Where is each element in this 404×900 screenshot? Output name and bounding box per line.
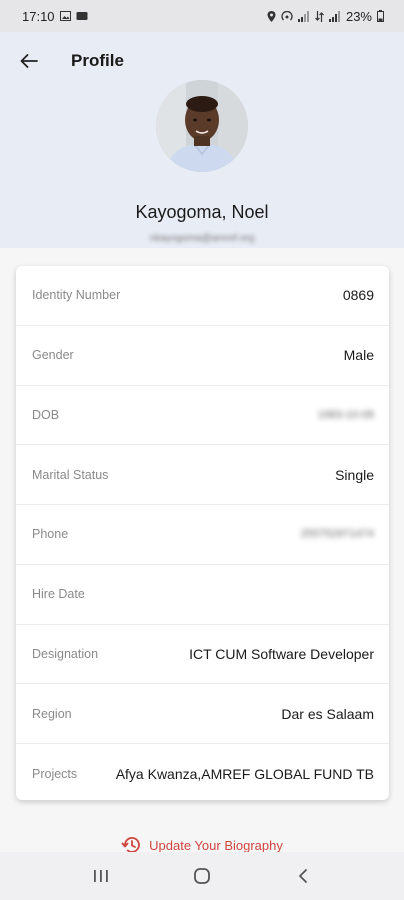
signal-icon-2 xyxy=(328,10,340,22)
row-value: Single xyxy=(335,466,374,483)
user-email: nkayogoma@amref.org xyxy=(149,233,255,244)
avatar-photo xyxy=(156,80,248,172)
system-nav-bar xyxy=(0,852,404,900)
profile-header: Profile Kayogoma, Noel nkayogoma@amref.o… xyxy=(0,32,404,248)
signal-icon xyxy=(297,10,309,22)
gallery-icon xyxy=(59,11,71,21)
row-label: DOB xyxy=(32,407,60,422)
user-name: Kayogoma, Noel xyxy=(135,202,269,222)
nav-back-button[interactable] xyxy=(283,856,323,896)
battery-icon xyxy=(377,10,384,22)
back-button[interactable] xyxy=(14,48,44,74)
row-value: 0869 xyxy=(342,287,374,304)
data-icon xyxy=(315,10,324,22)
row-identity-number: Identity Number 0869 xyxy=(16,266,389,326)
home-button[interactable] xyxy=(182,856,222,896)
arrow-left-icon xyxy=(20,54,38,68)
row-label: Gender xyxy=(32,348,74,363)
row-designation: Designation ICT CUM Software Developer xyxy=(16,625,389,685)
status-time: 17:10 xyxy=(22,8,55,24)
row-hire-date: Hire Date xyxy=(16,565,389,625)
row-value: Afya Kwanza,AMREF GLOBAL FUND TB xyxy=(115,765,374,782)
row-label: Hire Date xyxy=(32,587,85,602)
row-region: Region Dar es Salaam xyxy=(16,684,389,744)
location-icon xyxy=(267,10,276,22)
recent-apps-button[interactable] xyxy=(81,856,121,896)
page-title: Profile xyxy=(71,51,124,70)
row-label: Identity Number xyxy=(32,288,121,303)
row-label: Phone xyxy=(32,527,69,542)
row-value: Dar es Salaam xyxy=(281,705,374,722)
row-dob: DOB 1983-10-08 xyxy=(16,386,389,446)
row-value: 255752971474 xyxy=(300,528,374,541)
row-label: Designation xyxy=(32,646,99,661)
row-phone: Phone 255752971474 xyxy=(16,505,389,565)
row-marital-status: Marital Status Single xyxy=(16,445,389,505)
status-right: 23% xyxy=(267,9,384,24)
row-gender: Gender Male xyxy=(16,326,389,386)
row-label: Marital Status xyxy=(32,467,109,482)
avatar xyxy=(156,80,248,172)
recent-apps-icon xyxy=(93,870,108,882)
row-value: ICT CUM Software Developer xyxy=(189,645,374,662)
row-projects: Projects Afya Kwanza,AMREF GLOBAL FUND T… xyxy=(16,744,389,804)
row-label: Region xyxy=(32,706,72,721)
status-bar: 17:10 23% xyxy=(0,0,404,32)
hotspot-icon xyxy=(281,10,293,20)
chevron-left-icon xyxy=(299,869,308,883)
update-biography-label: Update Your Biography xyxy=(149,837,283,853)
row-value: 1983-10-08 xyxy=(317,408,374,421)
row-label: Projects xyxy=(32,766,78,781)
row-value: Male xyxy=(343,347,374,364)
home-icon xyxy=(194,868,210,884)
status-left: 17:10 xyxy=(22,9,88,24)
profile-details-card: Identity Number 0869 Gender Male DOB 198… xyxy=(16,266,389,800)
battery-percent: 23% xyxy=(345,8,372,24)
message-icon xyxy=(76,12,88,20)
